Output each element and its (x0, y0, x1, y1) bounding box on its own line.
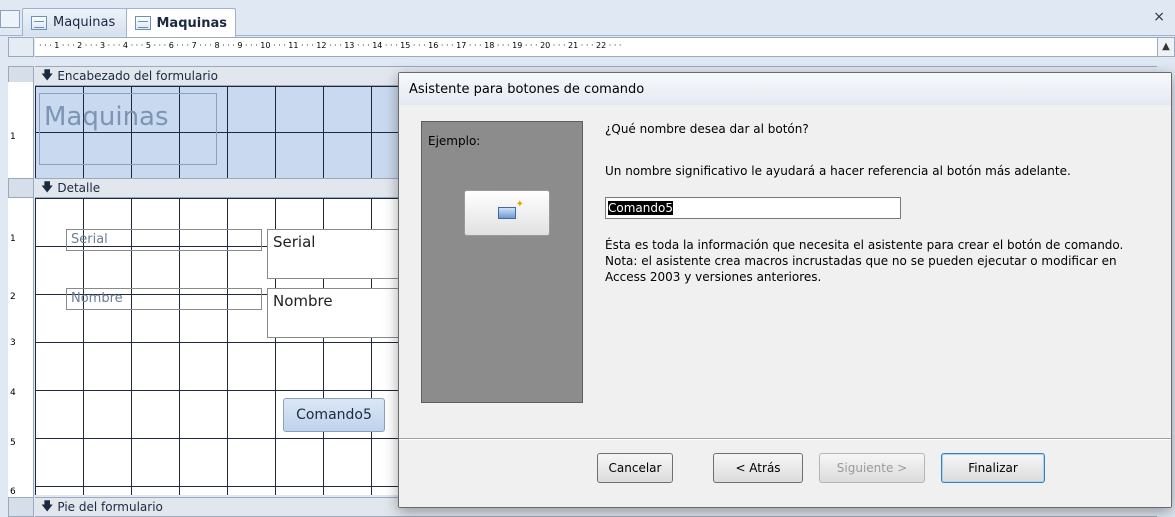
section-arrow-icon: 🡇 (41, 67, 54, 82)
form-icon (135, 16, 151, 30)
v-ruler-label: 1 (10, 132, 16, 142)
section-arrow-icon: 🡇 (41, 498, 54, 513)
detail-section-selector[interactable] (8, 178, 34, 198)
example-button-preview (464, 190, 550, 236)
dialog-separator (399, 438, 1171, 440)
ruler-labels: · · · 1 · · · 2 · · · 3 · · · 4 · · · 5 … (39, 41, 622, 50)
horizontal-ruler: · · · 1 · · · 2 · · · 3 · · · 4 · · · 5 … (35, 37, 1157, 57)
document-tab-strip: Maquinas Maquinas × (0, 0, 1175, 37)
button-name-input[interactable]: Comando5 (605, 197, 901, 219)
v-ruler-label: 4 (10, 388, 16, 398)
tab-maquinas-form[interactable]: Maquinas (126, 8, 236, 37)
tab-label: Maquinas (53, 15, 116, 30)
form-selector[interactable] (8, 37, 34, 57)
dialog-body: Ejemplo: ¿Qué nombre desea dar al botón?… (399, 105, 1171, 507)
next-button[interactable]: Siguiente > (819, 453, 925, 483)
form-title-label[interactable]: Maquinas (39, 93, 217, 165)
button-name-value: Comando5 (608, 201, 673, 215)
command-button-wizard-dialog: Asistente para botones de comando Ejempl… (398, 72, 1172, 508)
dialog-title[interactable]: Asistente para botones de comando (399, 73, 1171, 105)
v-ruler-label: 1 (10, 234, 16, 244)
section-arrow-icon: 🡇 (41, 179, 54, 194)
serial-textbox-control[interactable]: Serial (267, 229, 407, 279)
button-wizard-icon (498, 199, 524, 219)
cancel-button[interactable]: Cancelar (597, 453, 673, 483)
close-icon[interactable]: × (1153, 9, 1165, 25)
example-label: Ejemplo: (428, 134, 481, 148)
tab-maquinas-table[interactable]: Maquinas (22, 8, 134, 36)
table-icon (31, 15, 47, 30)
vertical-ruler: 1 1 2 3 4 5 6 (8, 82, 34, 517)
header-section-label: Encabezado del formulario (57, 69, 218, 83)
v-ruler-label: 5 (10, 438, 16, 448)
navigation-pane-icon[interactable] (0, 10, 20, 28)
back-button[interactable]: < Atrás (713, 453, 803, 483)
comando5-button-control[interactable]: Comando5 (283, 398, 385, 432)
description-text: Un nombre significativo le ayudará a hac… (605, 164, 1071, 178)
info-line-1: Ésta es toda la información que necesita… (605, 238, 1124, 252)
nombre-textbox-control[interactable]: Nombre (267, 288, 407, 338)
v-ruler-label: 3 (10, 338, 16, 348)
question-text: ¿Qué nombre desea dar al botón? (605, 122, 809, 136)
nombre-label-control[interactable]: Nombre (66, 288, 262, 310)
serial-label-control[interactable]: Serial (66, 229, 262, 251)
finish-button[interactable]: Finalizar (941, 453, 1045, 483)
info-text: Ésta es toda la información que necesita… (605, 237, 1160, 285)
v-ruler-label: 2 (10, 292, 16, 302)
footer-section-label: Pie del formulario (57, 500, 163, 514)
detail-section-label: Detalle (57, 181, 101, 195)
footer-section-selector[interactable] (8, 497, 34, 517)
info-line-2: Nota: el asistente crea macros incrustad… (605, 254, 1117, 284)
example-panel: Ejemplo: (421, 121, 583, 403)
tab-label: Maquinas (156, 15, 228, 31)
scroll-up-icon[interactable]: ▲ (1157, 37, 1175, 57)
v-ruler-label: 6 (10, 487, 16, 497)
